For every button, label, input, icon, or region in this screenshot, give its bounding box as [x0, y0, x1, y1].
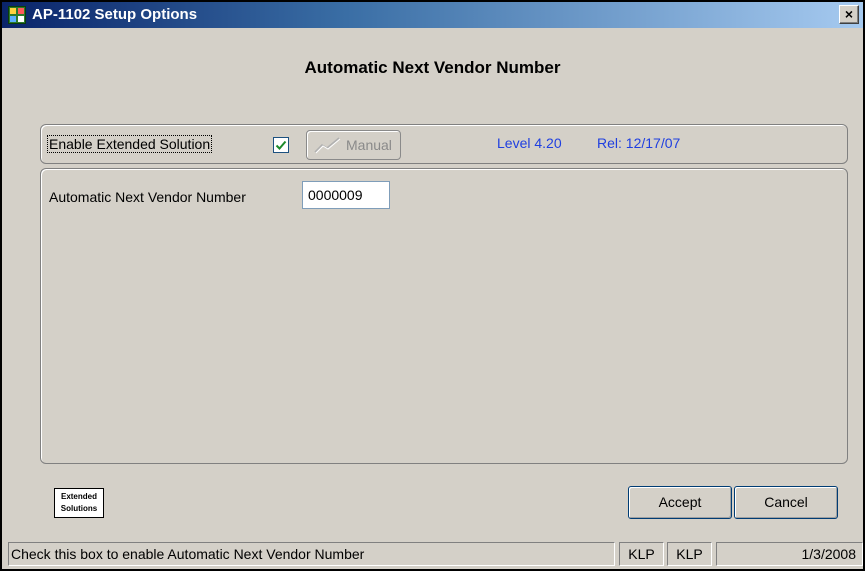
vendor-number-input[interactable] — [302, 181, 390, 209]
status-bar: Check this box to enable Automatic Next … — [8, 542, 863, 566]
close-icon: × — [844, 6, 854, 22]
settings-panel: Automatic Next Vendor Number — [40, 168, 848, 464]
close-button[interactable]: × — [839, 5, 859, 24]
app-icon[interactable] — [8, 6, 26, 24]
dialog-window: AP-1102 Setup Options × Automatic Next V… — [0, 0, 865, 571]
status-user-1: KLP — [619, 542, 664, 566]
vendor-number-label: Automatic Next Vendor Number — [49, 189, 246, 205]
extended-solutions-logo: Extended Solutions — [54, 488, 104, 518]
checkmark-icon — [275, 140, 287, 150]
release-text: Rel: 12/17/07 — [597, 135, 681, 151]
accept-button[interactable]: Accept — [628, 486, 732, 519]
level-text: Level 4.20 — [497, 135, 562, 151]
options-panel: Enable Extended Solution Manual Level 4.… — [40, 124, 848, 164]
enable-extended-solution-checkbox[interactable] — [273, 137, 289, 153]
manual-button[interactable]: Manual — [306, 130, 401, 160]
window-title: AP-1102 Setup Options — [32, 6, 198, 23]
enable-extended-solution-label[interactable]: Enable Extended Solution — [47, 135, 213, 153]
title-bar[interactable]: AP-1102 Setup Options × — [2, 2, 863, 28]
page-heading: Automatic Next Vendor Number — [304, 58, 561, 77]
cancel-button[interactable]: Cancel — [734, 486, 838, 519]
manual-button-label: Manual — [346, 137, 392, 153]
status-message: Check this box to enable Automatic Next … — [8, 542, 615, 566]
status-date: 1/3/2008 — [716, 542, 863, 566]
status-user-2: KLP — [667, 542, 712, 566]
manual-icon — [314, 137, 341, 154]
